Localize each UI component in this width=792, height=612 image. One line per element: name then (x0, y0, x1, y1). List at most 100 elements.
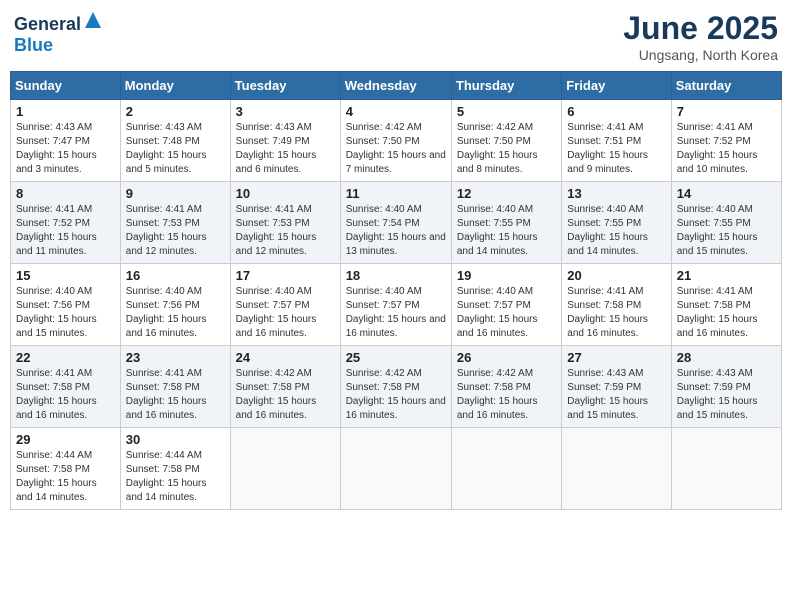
calendar-cell: 10 Sunrise: 4:41 AMSunset: 7:53 PMDayligh… (230, 182, 340, 264)
day-info: Sunrise: 4:42 AMSunset: 7:58 PMDaylight:… (346, 367, 446, 423)
logo-blue: Blue (14, 35, 53, 55)
day-number: 16 (126, 268, 225, 283)
day-number: 23 (126, 350, 225, 365)
calendar-cell: 3 Sunrise: 4:43 AMSunset: 7:49 PMDaylight… (230, 100, 340, 182)
day-number: 4 (346, 104, 446, 119)
day-info: Sunrise: 4:42 AMSunset: 7:50 PMDaylight:… (346, 121, 446, 177)
calendar-week-row: 8 Sunrise: 4:41 AMSunset: 7:52 PMDaylight… (11, 182, 782, 264)
calendar-header-saturday: Saturday (671, 72, 781, 100)
day-number: 15 (16, 268, 115, 283)
day-info: Sunrise: 4:41 AMSunset: 7:52 PMDaylight:… (677, 121, 776, 177)
calendar-cell: 15 Sunrise: 4:40 AMSunset: 7:56 PMDayligh… (11, 264, 121, 346)
day-info: Sunrise: 4:40 AMSunset: 7:56 PMDaylight:… (126, 285, 225, 341)
day-number: 12 (457, 186, 556, 201)
day-number: 19 (457, 268, 556, 283)
day-info: Sunrise: 4:40 AMSunset: 7:57 PMDaylight:… (346, 285, 446, 341)
day-number: 10 (236, 186, 335, 201)
calendar-cell: 12 Sunrise: 4:40 AMSunset: 7:55 PMDayligh… (451, 182, 561, 264)
day-info: Sunrise: 4:41 AMSunset: 7:53 PMDaylight:… (236, 203, 335, 259)
calendar-cell: 8 Sunrise: 4:41 AMSunset: 7:52 PMDaylight… (11, 182, 121, 264)
calendar-cell: 22Sunrise: 4:41 AMSunset: 7:58 PMDayligh… (11, 346, 121, 428)
calendar-cell: 14 Sunrise: 4:40 AMSunset: 7:55 PMDayligh… (671, 182, 781, 264)
calendar-cell: 28 Sunrise: 4:43 AMSunset: 7:59 PMDayligh… (671, 346, 781, 428)
calendar-cell (562, 428, 671, 510)
calendar-cell (451, 428, 561, 510)
calendar-week-row: 29 Sunrise: 4:44 AMSunset: 7:58 PMDayligh… (11, 428, 782, 510)
day-number: 30 (126, 432, 225, 447)
calendar-cell: 4 Sunrise: 4:42 AMSunset: 7:50 PMDaylight… (340, 100, 451, 182)
day-number: 22 (16, 350, 115, 365)
calendar-week-row: 15 Sunrise: 4:40 AMSunset: 7:56 PMDayligh… (11, 264, 782, 346)
day-number: 2 (126, 104, 225, 119)
calendar-header-wednesday: Wednesday (340, 72, 451, 100)
day-info: Sunrise: 4:42 AMSunset: 7:58 PMDaylight:… (457, 367, 556, 423)
day-number: 7 (677, 104, 776, 119)
day-info: Sunrise: 4:43 AMSunset: 7:47 PMDaylight:… (16, 121, 115, 177)
day-info: Sunrise: 4:44 AMSunset: 7:58 PMDaylight:… (126, 449, 225, 505)
calendar-cell: 18 Sunrise: 4:40 AMSunset: 7:57 PMDayligh… (340, 264, 451, 346)
day-info: Sunrise: 4:41 AMSunset: 7:52 PMDaylight:… (16, 203, 115, 259)
calendar-header-sunday: Sunday (11, 72, 121, 100)
day-info: Sunrise: 4:40 AMSunset: 7:54 PMDaylight:… (346, 203, 446, 259)
calendar-header-monday: Monday (120, 72, 230, 100)
day-number: 28 (677, 350, 776, 365)
day-number: 5 (457, 104, 556, 119)
day-info: Sunrise: 4:42 AMSunset: 7:58 PMDaylight:… (236, 367, 335, 423)
title-area: June 2025 Ungsang, North Korea (623, 10, 778, 63)
calendar-cell: 21 Sunrise: 4:41 AMSunset: 7:58 PMDayligh… (671, 264, 781, 346)
calendar-body: 1 Sunrise: 4:43 AMSunset: 7:47 PMDaylight… (11, 100, 782, 510)
logo-general: General (14, 14, 81, 34)
day-info: Sunrise: 4:41 AMSunset: 7:58 PMDaylight:… (567, 285, 665, 341)
day-number: 18 (346, 268, 446, 283)
day-info: Sunrise: 4:41 AMSunset: 7:51 PMDaylight:… (567, 121, 665, 177)
day-number: 8 (16, 186, 115, 201)
day-info: Sunrise: 4:40 AMSunset: 7:55 PMDaylight:… (677, 203, 776, 259)
calendar-cell: 23 Sunrise: 4:41 AMSunset: 7:58 PMDayligh… (120, 346, 230, 428)
day-number: 25 (346, 350, 446, 365)
day-number: 14 (677, 186, 776, 201)
calendar-cell (340, 428, 451, 510)
calendar-cell: 6Sunrise: 4:41 AMSunset: 7:51 PMDaylight… (562, 100, 671, 182)
day-info: Sunrise: 4:40 AMSunset: 7:55 PMDaylight:… (457, 203, 556, 259)
day-info: Sunrise: 4:41 AMSunset: 7:53 PMDaylight:… (126, 203, 225, 259)
day-info: Sunrise: 4:40 AMSunset: 7:55 PMDaylight:… (567, 203, 665, 259)
calendar-header-row: SundayMondayTuesdayWednesdayThursdayFrid… (11, 72, 782, 100)
calendar-cell: 17 Sunrise: 4:40 AMSunset: 7:57 PMDayligh… (230, 264, 340, 346)
calendar-cell: 26 Sunrise: 4:42 AMSunset: 7:58 PMDayligh… (451, 346, 561, 428)
calendar-cell: 30 Sunrise: 4:44 AMSunset: 7:58 PMDayligh… (120, 428, 230, 510)
day-info: Sunrise: 4:43 AMSunset: 7:49 PMDaylight:… (236, 121, 335, 177)
calendar-cell: 16 Sunrise: 4:40 AMSunset: 7:56 PMDayligh… (120, 264, 230, 346)
day-info: Sunrise: 4:40 AMSunset: 7:56 PMDaylight:… (16, 285, 115, 341)
day-number: 20 (567, 268, 665, 283)
day-number: 29 (16, 432, 115, 447)
calendar-cell: 2Sunrise: 4:43 AMSunset: 7:48 PMDaylight… (120, 100, 230, 182)
day-number: 1 (16, 104, 115, 119)
logo-icon (83, 10, 103, 30)
calendar-cell: 13Sunrise: 4:40 AMSunset: 7:55 PMDayligh… (562, 182, 671, 264)
day-info: Sunrise: 4:43 AMSunset: 7:59 PMDaylight:… (677, 367, 776, 423)
calendar-cell: 9Sunrise: 4:41 AMSunset: 7:53 PMDaylight… (120, 182, 230, 264)
day-info: Sunrise: 4:41 AMSunset: 7:58 PMDaylight:… (677, 285, 776, 341)
day-info: Sunrise: 4:40 AMSunset: 7:57 PMDaylight:… (457, 285, 556, 341)
calendar-cell: 27 Sunrise: 4:43 AMSunset: 7:59 PMDayligh… (562, 346, 671, 428)
day-info: Sunrise: 4:41 AMSunset: 7:58 PMDaylight:… (126, 367, 225, 423)
day-info: Sunrise: 4:43 AMSunset: 7:59 PMDaylight:… (567, 367, 665, 423)
calendar-cell: 25 Sunrise: 4:42 AMSunset: 7:58 PMDayligh… (340, 346, 451, 428)
day-number: 21 (677, 268, 776, 283)
calendar-header-tuesday: Tuesday (230, 72, 340, 100)
day-info: Sunrise: 4:40 AMSunset: 7:57 PMDaylight:… (236, 285, 335, 341)
calendar-cell (671, 428, 781, 510)
calendar-week-row: 22 Sunrise: 4:41 AMSunset: 7:58 PMDayligh… (11, 346, 782, 428)
calendar-cell: 19 Sunrise: 4:40 AMSunset: 7:57 PMDayligh… (451, 264, 561, 346)
calendar-cell: 7 Sunrise: 4:41 AMSunset: 7:52 PMDaylight… (671, 100, 781, 182)
calendar-cell: 11Sunrise: 4:40 AMSunset: 7:54 PMDayligh… (340, 182, 451, 264)
day-number: 27 (567, 350, 665, 365)
calendar-cell: 20 Sunrise: 4:41 AMSunset: 7:58 PMDayligh… (562, 264, 671, 346)
page-header: General Blue June 2025 Ungsang, North Ko… (10, 10, 782, 63)
day-number: 17 (236, 268, 335, 283)
day-number: 26 (457, 350, 556, 365)
day-number: 3 (236, 104, 335, 119)
day-info: Sunrise: 4:42 AMSunset: 7:50 PMDaylight:… (457, 121, 556, 177)
calendar-cell: 29Sunrise: 4:44 AMSunset: 7:58 PMDayligh… (11, 428, 121, 510)
location-title: Ungsang, North Korea (623, 47, 778, 63)
